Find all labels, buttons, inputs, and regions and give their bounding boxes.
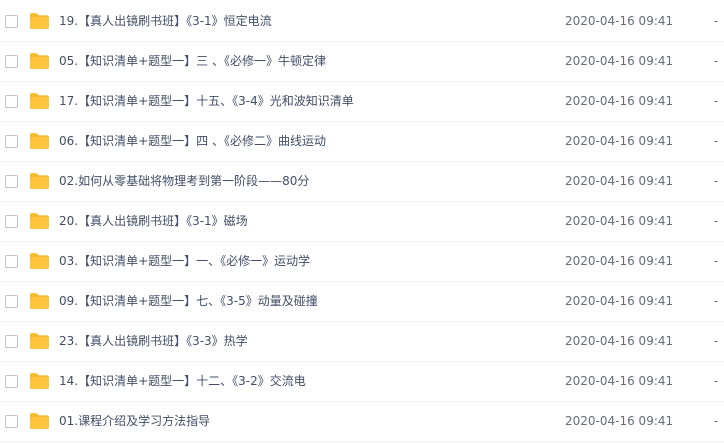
row-checkbox[interactable]: [5, 415, 18, 428]
row-checkbox[interactable]: [5, 335, 18, 348]
file-size: -: [714, 134, 719, 148]
file-row[interactable]: 06.【知识清单+题型一】四 、《必修二》曲线运动 2020-04-16 09:…: [0, 122, 724, 162]
folder-icon[interactable]: [29, 412, 50, 430]
file-name[interactable]: 02.如何从零基础将物理考到第一阶段——80分: [59, 173, 309, 189]
file-row[interactable]: 09.【知识清单+题型一】七、《3-5》动量及碰撞 2020-04-16 09:…: [0, 282, 724, 322]
row-checkbox[interactable]: [5, 95, 18, 108]
file-modified-date: 2020-04-16 09:41: [565, 214, 674, 228]
file-size: -: [714, 334, 719, 348]
row-checkbox[interactable]: [5, 255, 18, 268]
file-row[interactable]: 03.【知识清单+题型一】一、《必修一》运动学 2020-04-16 09:41…: [0, 242, 724, 282]
file-modified-date: 2020-04-16 09:41: [565, 374, 674, 388]
folder-icon[interactable]: [29, 132, 50, 150]
row-checkbox[interactable]: [5, 135, 18, 148]
file-size: -: [714, 294, 719, 308]
file-row[interactable]: 19.【真人出镜刷书班】《3-1》恒定电流 2020-04-16 09:41 -: [0, 2, 724, 42]
file-list: 19.【真人出镜刷书班】《3-1》恒定电流 2020-04-16 09:41 -…: [0, 0, 724, 444]
file-modified-date: 2020-04-16 09:41: [565, 14, 674, 28]
file-modified-date: 2020-04-16 09:41: [565, 334, 674, 348]
row-checkbox[interactable]: [5, 375, 18, 388]
folder-icon[interactable]: [29, 372, 50, 390]
file-size: -: [714, 14, 719, 28]
file-row[interactable]: 23.【真人出镜刷书班】《3-3》热学 2020-04-16 09:41 -: [0, 322, 724, 362]
file-size: -: [714, 254, 719, 268]
file-row[interactable]: 20.【真人出镜刷书班】《3-1》磁场 2020-04-16 09:41 -: [0, 202, 724, 242]
row-checkbox[interactable]: [5, 175, 18, 188]
folder-icon[interactable]: [29, 172, 50, 190]
file-name[interactable]: 03.【知识清单+题型一】一、《必修一》运动学: [59, 253, 310, 269]
row-checkbox[interactable]: [5, 215, 18, 228]
row-checkbox[interactable]: [5, 15, 18, 28]
folder-icon[interactable]: [29, 92, 50, 110]
file-name[interactable]: 05.【知识清单+题型一】三 、《必修一》牛顿定律: [59, 53, 326, 69]
file-modified-date: 2020-04-16 09:41: [565, 254, 674, 268]
file-row[interactable]: 02.如何从零基础将物理考到第一阶段——80分 2020-04-16 09:41…: [0, 162, 724, 202]
file-modified-date: 2020-04-16 09:41: [565, 414, 674, 428]
folder-icon[interactable]: [29, 252, 50, 270]
file-name[interactable]: 20.【真人出镜刷书班】《3-1》磁场: [59, 213, 248, 229]
file-size: -: [714, 174, 719, 188]
file-name[interactable]: 23.【真人出镜刷书班】《3-3》热学: [59, 333, 248, 349]
file-row[interactable]: 05.【知识清单+题型一】三 、《必修一》牛顿定律 2020-04-16 09:…: [0, 42, 724, 82]
file-row[interactable]: 14.【知识清单+题型一】十二、《3-2》交流电 2020-04-16 09:4…: [0, 362, 724, 402]
row-checkbox[interactable]: [5, 295, 18, 308]
file-row[interactable]: 17.【知识清单+题型一】十五、《3-4》光和波知识清单 2020-04-16 …: [0, 82, 724, 122]
file-name[interactable]: 01.课程介绍及学习方法指导: [59, 413, 210, 429]
file-name[interactable]: 09.【知识清单+题型一】七、《3-5》动量及碰撞: [59, 293, 318, 309]
file-name[interactable]: 19.【真人出镜刷书班】《3-1》恒定电流: [59, 13, 272, 29]
file-name[interactable]: 06.【知识清单+题型一】四 、《必修二》曲线运动: [59, 133, 326, 149]
file-modified-date: 2020-04-16 09:41: [565, 294, 674, 308]
folder-icon[interactable]: [29, 292, 50, 310]
file-modified-date: 2020-04-16 09:41: [565, 94, 674, 108]
row-checkbox[interactable]: [5, 55, 18, 68]
file-size: -: [714, 214, 719, 228]
file-size: -: [714, 374, 719, 388]
folder-icon[interactable]: [29, 52, 50, 70]
file-name[interactable]: 17.【知识清单+题型一】十五、《3-4》光和波知识清单: [59, 93, 354, 109]
file-modified-date: 2020-04-16 09:41: [565, 54, 674, 68]
file-modified-date: 2020-04-16 09:41: [565, 174, 674, 188]
folder-icon[interactable]: [29, 12, 50, 30]
folder-icon[interactable]: [29, 332, 50, 350]
file-size: -: [714, 94, 719, 108]
file-size: -: [714, 54, 719, 68]
folder-icon[interactable]: [29, 212, 50, 230]
file-size: -: [714, 414, 719, 428]
file-row[interactable]: 01.课程介绍及学习方法指导 2020-04-16 09:41 -: [0, 402, 724, 442]
file-name[interactable]: 14.【知识清单+题型一】十二、《3-2》交流电: [59, 373, 306, 389]
file-modified-date: 2020-04-16 09:41: [565, 134, 674, 148]
